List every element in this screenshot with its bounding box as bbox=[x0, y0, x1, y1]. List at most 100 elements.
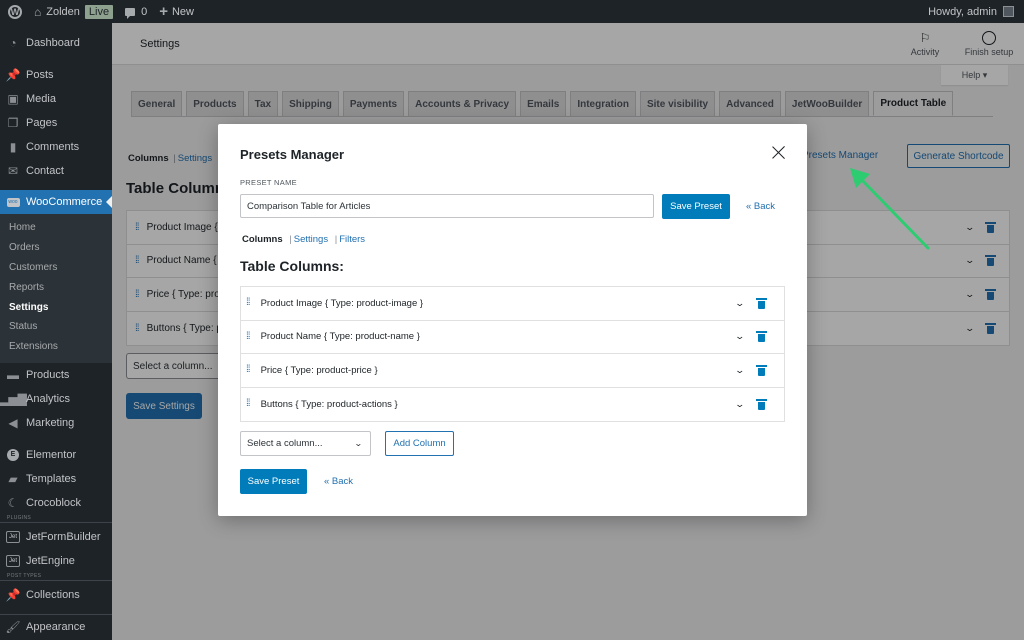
sidebar-item-label: Contact bbox=[26, 165, 64, 177]
pin-icon: 📌 bbox=[5, 68, 21, 82]
elementor-icon: E bbox=[6, 448, 20, 462]
back-link[interactable]: « Back bbox=[746, 201, 775, 212]
site-name-menu[interactable]: ⌂ Zolden Live bbox=[28, 0, 119, 23]
nav-settings-link[interactable]: Settings bbox=[294, 234, 328, 245]
sidebar-item-label: JetEngine bbox=[26, 554, 75, 567]
submenu-item-reports[interactable]: Reports bbox=[0, 277, 112, 297]
sidebar-item-products[interactable]: ▬ Products bbox=[0, 363, 112, 387]
comment-icon: ▮ bbox=[9, 140, 17, 154]
sidebar-item-templates[interactable]: ▰ Templates bbox=[0, 467, 112, 491]
trash-icon[interactable] bbox=[756, 297, 767, 309]
howdy-text: Howdy, admin bbox=[928, 5, 997, 18]
pages-icon: ❐ bbox=[7, 116, 19, 130]
sidebar-item-contact[interactable]: ✉ Contact bbox=[0, 159, 112, 183]
sidebar-item-label: Appearance bbox=[26, 620, 86, 633]
comments-menu[interactable]: 0 bbox=[119, 0, 153, 23]
add-column-button[interactable]: Add Column bbox=[385, 431, 454, 456]
comments-count: 0 bbox=[141, 5, 148, 18]
sidebar-item-dashboard[interactable]: ◔ Dashboard bbox=[0, 31, 112, 55]
account-menu[interactable]: Howdy, admin bbox=[928, 6, 1024, 18]
bar-chart-icon: ▂▅▇ bbox=[0, 391, 27, 406]
sidebar-item-appearance[interactable]: 🖌 Appearance bbox=[0, 615, 112, 639]
sidebar-item-woocommerce[interactable]: woo WooCommerce bbox=[0, 190, 112, 214]
chevron-down-icon[interactable]: ⌄ bbox=[735, 298, 746, 309]
drag-handle-icon[interactable]: ⁞⁞ bbox=[246, 331, 250, 342]
sidebar-item-label: Collections bbox=[26, 588, 80, 601]
nav-columns-current: Columns bbox=[242, 234, 283, 245]
plugins-separator: PLUGINS bbox=[0, 515, 112, 523]
drag-handle-icon[interactable]: ⁞⁞ bbox=[246, 399, 250, 409]
sidebar-item-label: Elementor bbox=[26, 448, 77, 461]
sidebar-item-crocoblock[interactable]: ☾ Crocoblock bbox=[0, 491, 112, 515]
trash-icon[interactable] bbox=[756, 331, 767, 343]
arrow-shaft bbox=[858, 176, 930, 250]
megaphone-icon: ◀ bbox=[8, 415, 18, 430]
woocommerce-submenu: Home Orders Customers Reports Settings S… bbox=[0, 214, 112, 363]
sidebar-item-label: Marketing bbox=[26, 416, 75, 429]
dashboard-icon: ◔ bbox=[9, 36, 17, 50]
sidebar-item-label: WooCommerce bbox=[26, 196, 103, 208]
live-badge: Live bbox=[84, 4, 114, 19]
presets-manager-modal: Presets Manager PRESET NAME Save Preset … bbox=[218, 124, 807, 516]
sidebar-item-media[interactable]: ▣ Media bbox=[0, 87, 112, 111]
modal-title: Presets Manager bbox=[240, 147, 345, 162]
sidebar-item-comments[interactable]: ▮ Comments bbox=[0, 135, 112, 159]
save-preset-button[interactable]: Save Preset bbox=[662, 194, 730, 219]
sidebar-item-label: Templates bbox=[26, 472, 77, 485]
archive-icon: ▬ bbox=[7, 367, 19, 382]
sidebar-item-label: Products bbox=[26, 368, 70, 381]
sidebar-item-collections[interactable]: 📌 Collections bbox=[0, 583, 112, 607]
sidebar-item-jetengine[interactable]: Jet JetEngine bbox=[0, 549, 112, 573]
save-preset-button-bottom[interactable]: Save Preset bbox=[240, 469, 307, 494]
back-link-bottom[interactable]: « Back bbox=[324, 476, 353, 487]
media-icon: ▣ bbox=[7, 92, 19, 106]
new-label: New bbox=[171, 5, 194, 18]
chevron-down-icon[interactable]: ⌄ bbox=[735, 331, 746, 342]
submenu-item-orders[interactable]: Orders bbox=[0, 238, 112, 258]
column-row: ⁞⁞ Price { Type: product-price } ⌄ bbox=[241, 354, 784, 388]
column-row: ⁞⁞ Product Image { Type: product-image } ⌄ bbox=[241, 287, 784, 321]
preset-name-label: PRESET NAME bbox=[240, 178, 297, 187]
submenu-item-status[interactable]: Status bbox=[0, 317, 112, 337]
plus-icon: + bbox=[159, 3, 168, 20]
drag-handle-icon[interactable]: ⁞⁞ bbox=[246, 365, 250, 375]
woo-icon: woo bbox=[6, 197, 20, 207]
trash-icon[interactable] bbox=[756, 364, 767, 376]
column-row: ⁞⁞ Buttons { Type: product-actions } ⌄ bbox=[241, 388, 784, 422]
submenu-item-settings[interactable]: Settings bbox=[0, 297, 112, 317]
column-select[interactable]: Select a column... ⌄ bbox=[240, 431, 371, 456]
pin-icon: 📌 bbox=[5, 587, 21, 602]
column-label: Buttons { Type: product-actions } bbox=[260, 398, 398, 410]
post-types-separator: POST TYPES bbox=[0, 573, 112, 581]
sidebar-item-marketing[interactable]: ◀ Marketing bbox=[0, 411, 112, 435]
sidebar-item-elementor[interactable]: E Elementor bbox=[0, 443, 112, 467]
sidebar-item-pages[interactable]: ❐ Pages bbox=[0, 111, 112, 135]
submenu-item-home[interactable]: Home bbox=[0, 218, 112, 238]
nav-filters-link[interactable]: Filters bbox=[339, 234, 365, 245]
drag-handle-icon[interactable]: ⁞⁞ bbox=[246, 298, 250, 308]
chevron-down-icon: ⌄ bbox=[354, 439, 364, 448]
preset-name-input[interactable] bbox=[240, 194, 654, 218]
admin-bar: W ⌂ Zolden Live 0 + New Howdy, admin bbox=[0, 0, 1024, 23]
close-icon[interactable] bbox=[771, 145, 787, 161]
sidebar-item-label: Dashboard bbox=[26, 37, 80, 49]
sidebar-item-posts[interactable]: 📌 Posts bbox=[0, 63, 112, 87]
annotation-arrow bbox=[850, 168, 930, 250]
trash-icon[interactable] bbox=[756, 398, 767, 410]
crocoblock-icon: ☾ bbox=[7, 495, 19, 510]
chevron-down-icon[interactable]: ⌄ bbox=[735, 365, 746, 376]
submenu-item-customers[interactable]: Customers bbox=[0, 258, 112, 278]
sidebar-item-jetformbuilder[interactable]: Jet JetFormBuilder bbox=[0, 525, 112, 549]
modal-section-nav: Columns | Settings | Filters bbox=[242, 234, 366, 245]
table-columns-heading: Table Columns: bbox=[240, 258, 344, 274]
new-content-menu[interactable]: + New bbox=[153, 0, 200, 23]
sidebar-item-analytics[interactable]: ▂▅▇ Analytics bbox=[0, 387, 112, 411]
wp-logo-menu[interactable]: W bbox=[0, 0, 28, 23]
sidebar-item-label: Comments bbox=[26, 141, 80, 153]
columns-list: ⁞⁞ Product Image { Type: product-image } ⌄… bbox=[240, 286, 785, 422]
submenu-item-extensions[interactable]: Extensions bbox=[0, 337, 112, 357]
chevron-down-icon[interactable]: ⌄ bbox=[735, 399, 746, 410]
column-select-value: Select a column... bbox=[247, 438, 323, 449]
sidebar-item-label: Pages bbox=[26, 117, 58, 129]
sidebar-item-label: Posts bbox=[26, 69, 54, 81]
